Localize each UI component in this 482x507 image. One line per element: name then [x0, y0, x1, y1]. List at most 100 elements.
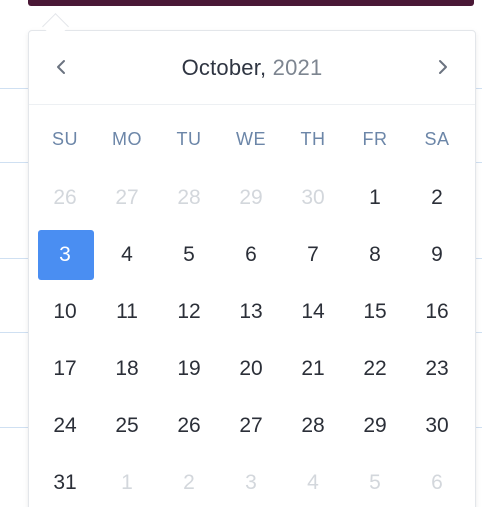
day-number: 1 [369, 185, 381, 209]
chevron-left-icon [57, 60, 65, 74]
adjacent-month-day-cell[interactable]: 3 [220, 458, 282, 507]
day-number: 23 [425, 356, 449, 380]
calendar-week-row: 3 4 5 6 7 8 9 [34, 226, 468, 283]
day-number: 29 [363, 413, 387, 437]
day-cell[interactable]: 30 [406, 401, 468, 451]
month-year-title: October, 2021 [182, 55, 323, 81]
day-number: 13 [239, 299, 263, 323]
next-month-button[interactable] [429, 53, 457, 81]
calendar-weeks: 26 27 28 29 30 1 2 3 4 5 6 7 8 9 10 11 12 13 14 15 16 17 18 19 2… [34, 169, 468, 507]
day-cell[interactable]: 11 [96, 287, 158, 337]
adjacent-month-day-cell[interactable]: 6 [406, 458, 468, 507]
day-number: 21 [301, 356, 325, 380]
adjacent-month-day-cell[interactable]: 26 [34, 173, 96, 223]
weekday-label: FR [362, 128, 388, 149]
day-cell[interactable]: 2 [406, 173, 468, 223]
day-number: 15 [363, 299, 387, 323]
day-number: 2 [183, 470, 195, 494]
day-cell[interactable]: 10 [34, 287, 96, 337]
day-cell[interactable]: 23 [406, 344, 468, 394]
day-number: 6 [245, 242, 257, 266]
calendar-header: October, 2021 [29, 31, 475, 105]
day-number: 10 [53, 299, 77, 323]
day-cell[interactable]: 14 [282, 287, 344, 337]
adjacent-month-day-cell[interactable]: 27 [96, 173, 158, 223]
day-number: 22 [363, 356, 387, 380]
day-cell[interactable]: 25 [96, 401, 158, 451]
day-cell[interactable]: 5 [158, 230, 220, 280]
weekday-label: SA [424, 128, 450, 149]
day-cell[interactable]: 29 [344, 401, 406, 451]
day-number: 26 [177, 413, 201, 437]
adjacent-month-day-cell[interactable]: 30 [282, 173, 344, 223]
day-number: 5 [369, 470, 381, 494]
day-cell[interactable]: 9 [406, 230, 468, 280]
day-number: 31 [53, 470, 77, 494]
selected-day-cell[interactable]: 3 [34, 229, 96, 280]
adjacent-month-day-cell[interactable]: 29 [220, 173, 282, 223]
adjacent-month-day-cell[interactable]: 28 [158, 173, 220, 223]
chevron-right-icon [439, 60, 447, 74]
day-number: 5 [183, 242, 195, 266]
day-cell[interactable]: 4 [96, 230, 158, 280]
weekday-label: SU [51, 128, 78, 149]
weekday-header-row: SU MO TU WE TH FR SA [34, 109, 468, 169]
adjacent-month-day-cell[interactable]: 2 [158, 458, 220, 507]
day-number: 1 [121, 470, 133, 494]
day-cell[interactable]: 27 [220, 401, 282, 451]
day-number: 9 [431, 242, 443, 266]
day-number: 4 [307, 470, 319, 494]
day-cell[interactable]: 16 [406, 287, 468, 337]
day-cell[interactable]: 22 [344, 344, 406, 394]
calendar-week-row: 31 1 2 3 4 5 6 [34, 454, 468, 507]
day-number: 17 [53, 356, 77, 380]
day-cell[interactable]: 13 [220, 287, 282, 337]
day-number: 11 [116, 299, 138, 323]
day-number: 3 [59, 242, 71, 266]
weekday-label: MO [112, 128, 142, 149]
calendar-grid: SU MO TU WE TH FR SA 26 27 28 29 30 1 2 3 4 5 6 7 8 9 10 11 12… [34, 109, 468, 507]
day-number: 4 [121, 242, 133, 266]
day-number: 27 [239, 413, 263, 437]
day-cell[interactable]: 15 [344, 287, 406, 337]
day-number: 30 [301, 185, 325, 209]
day-cell[interactable]: 7 [282, 230, 344, 280]
day-number: 19 [177, 356, 201, 380]
day-cell[interactable]: 8 [344, 230, 406, 280]
weekday-label: TU [176, 128, 202, 149]
calendar-week-row: 24 25 26 27 28 29 30 [34, 397, 468, 454]
day-cell[interactable]: 31 [34, 458, 96, 507]
day-cell[interactable]: 12 [158, 287, 220, 337]
background-divider [0, 332, 28, 333]
day-number: 12 [177, 299, 201, 323]
day-cell[interactable]: 28 [282, 401, 344, 451]
day-cell[interactable]: 21 [282, 344, 344, 394]
day-cell[interactable]: 17 [34, 344, 96, 394]
weekday-label: WE [236, 128, 266, 149]
date-field-underline [28, 0, 474, 6]
calendar-week-row: 10 11 12 13 14 15 16 [34, 283, 468, 340]
adjacent-month-day-cell[interactable]: 4 [282, 458, 344, 507]
day-cell[interactable]: 18 [96, 344, 158, 394]
day-cell[interactable]: 1 [344, 173, 406, 223]
year-label: 2021 [272, 54, 323, 80]
day-number: 3 [245, 470, 257, 494]
weekday-label: TH [300, 128, 326, 149]
background-divider [0, 258, 28, 259]
day-cell[interactable]: 20 [220, 344, 282, 394]
day-number: 2 [431, 185, 443, 209]
day-number: 29 [239, 185, 263, 209]
day-number: 27 [115, 185, 139, 209]
day-number: 16 [425, 299, 449, 323]
previous-month-button[interactable] [47, 53, 75, 81]
date-picker-screen: October, 2021 SU MO TU WE TH FR SA 26 27 28 29 30 1… [0, 0, 482, 507]
day-cell[interactable]: 19 [158, 344, 220, 394]
day-cell[interactable]: 6 [220, 230, 282, 280]
day-number: 6 [431, 470, 443, 494]
day-cell[interactable]: 26 [158, 401, 220, 451]
adjacent-month-day-cell[interactable]: 1 [96, 458, 158, 507]
day-number: 14 [301, 299, 325, 323]
adjacent-month-day-cell[interactable]: 5 [344, 458, 406, 507]
day-number: 20 [239, 356, 263, 380]
day-cell[interactable]: 24 [34, 401, 96, 451]
